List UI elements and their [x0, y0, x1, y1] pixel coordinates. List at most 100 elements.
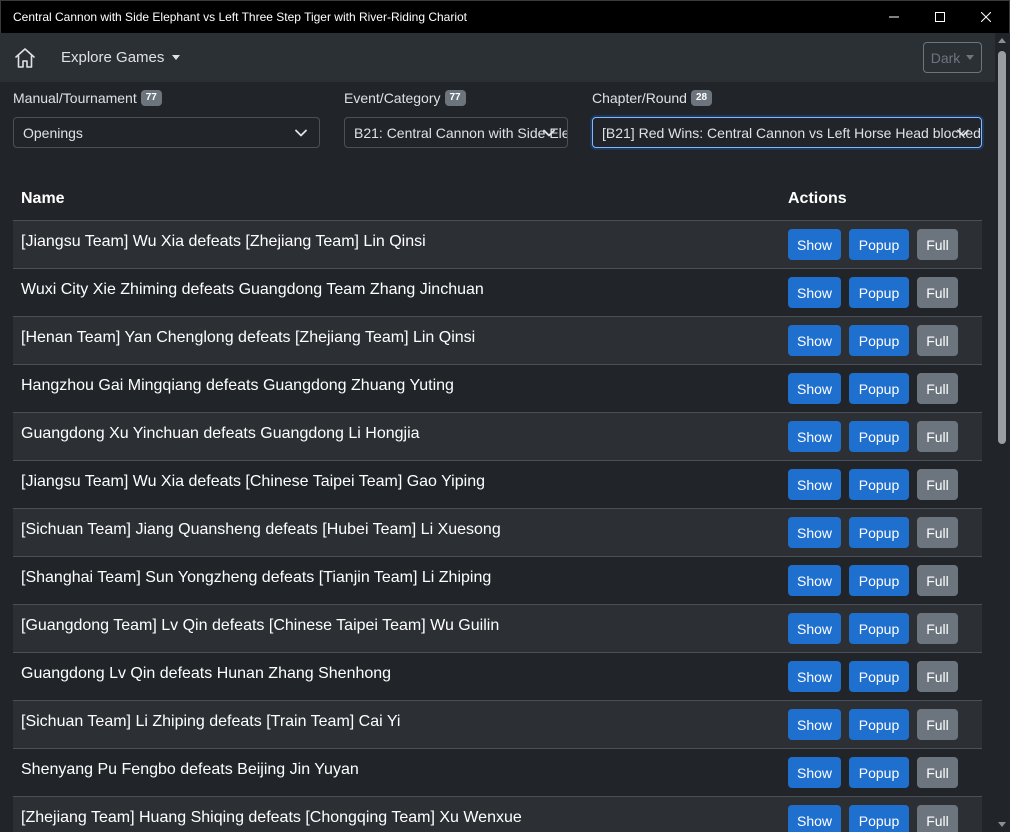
full-button[interactable]: Full — [917, 565, 958, 596]
game-name: [Guangdong Team] Lv Qin defeats [Chinese… — [21, 616, 500, 634]
home-button[interactable] — [13, 46, 37, 70]
minimize-button[interactable] — [871, 1, 917, 34]
games-table: Name Actions [Jiangsu Team] Wu Xia defea… — [13, 177, 982, 832]
game-name: [Shanghai Team] Sun Yongzheng defeats [T… — [21, 568, 492, 586]
show-button[interactable]: Show — [788, 229, 841, 260]
full-button[interactable]: Full — [917, 277, 958, 308]
row-actions: Show Popup Full — [788, 805, 982, 832]
full-button[interactable]: Full — [917, 709, 958, 740]
row-actions: Show Popup Full — [788, 709, 982, 740]
explore-games-dropdown[interactable]: Explore Games — [61, 49, 181, 66]
event-category-select[interactable]: B21: Central Cannon with Side Elephant — [344, 117, 568, 148]
manual-tournament-label: Manual/Tournament — [13, 90, 137, 106]
table-row: Hangzhou Gai Mingqiang defeats Guangdong… — [13, 365, 982, 413]
popup-button[interactable]: Popup — [849, 613, 909, 644]
chapter-round-label: Chapter/Round — [592, 90, 687, 106]
show-button[interactable]: Show — [788, 373, 841, 404]
scroll-up-arrow-icon[interactable] — [998, 38, 1006, 43]
window-title: Central Cannon with Side Elephant vs Lef… — [13, 10, 468, 24]
full-button[interactable]: Full — [917, 229, 958, 260]
full-button[interactable]: Full — [917, 325, 958, 356]
manual-tournament-select[interactable]: Openings — [13, 117, 320, 148]
event-category-value: B21: Central Cannon with Side Elephant — [354, 124, 567, 141]
game-name: Hangzhou Gai Mingqiang defeats Guangdong… — [21, 376, 454, 394]
show-button[interactable]: Show — [788, 805, 841, 832]
show-button[interactable]: Show — [788, 757, 841, 788]
game-name: [Jiangsu Team] Wu Xia defeats [Zhejiang … — [21, 232, 426, 250]
show-button[interactable]: Show — [788, 469, 841, 500]
table-body: [Jiangsu Team] Wu Xia defeats [Zhejiang … — [13, 221, 982, 832]
table-header: Name Actions — [13, 177, 982, 221]
table-row: [Shanghai Team] Sun Yongzheng defeats [T… — [13, 557, 982, 605]
chevron-down-icon — [543, 129, 555, 137]
full-button[interactable]: Full — [917, 661, 958, 692]
popup-button[interactable]: Popup — [849, 565, 909, 596]
table-row: [Sichuan Team] Li Zhiping defeats [Train… — [13, 701, 982, 749]
row-actions: Show Popup Full — [788, 325, 982, 356]
game-name: Wuxi City Xie Zhiming defeats Guangdong … — [21, 280, 484, 298]
popup-button[interactable]: Popup — [849, 661, 909, 692]
popup-button[interactable]: Popup — [849, 469, 909, 500]
chapter-round-count-badge: 28 — [690, 90, 713, 106]
vertical-scrollbar[interactable] — [995, 33, 1010, 832]
popup-button[interactable]: Popup — [849, 757, 909, 788]
row-actions: Show Popup Full — [788, 277, 982, 308]
popup-button[interactable]: Popup — [849, 709, 909, 740]
row-actions: Show Popup Full — [788, 517, 982, 548]
popup-button[interactable]: Popup — [849, 229, 909, 260]
close-icon — [981, 12, 991, 22]
full-button[interactable]: Full — [917, 469, 958, 500]
caret-down-icon — [172, 55, 181, 60]
row-actions: Show Popup Full — [788, 661, 982, 692]
manual-tournament-value: Openings — [23, 124, 83, 141]
explore-games-label: Explore Games — [61, 49, 165, 66]
maximize-button[interactable] — [917, 1, 963, 34]
close-button[interactable] — [963, 1, 1009, 34]
game-name: [Zhejiang Team] Huang Shiqing defeats [C… — [21, 808, 522, 826]
show-button[interactable]: Show — [788, 517, 841, 548]
full-button[interactable]: Full — [917, 757, 958, 788]
table-row: [Sichuan Team] Jiang Quansheng defeats [… — [13, 509, 982, 557]
maximize-icon — [935, 12, 945, 22]
row-actions: Show Popup Full — [788, 565, 982, 596]
full-button[interactable]: Full — [917, 805, 958, 832]
popup-button[interactable]: Popup — [849, 373, 909, 404]
name-column-header: Name — [21, 189, 65, 207]
event-category-count-badge: 77 — [444, 90, 466, 106]
show-button[interactable]: Show — [788, 709, 841, 740]
scrollbar-thumb[interactable] — [998, 51, 1006, 444]
chapter-round-filter: Chapter/Round 28 [B21] Red Wins: Central… — [592, 88, 982, 148]
theme-label: Dark — [930, 49, 961, 66]
popup-button[interactable]: Popup — [849, 805, 909, 832]
full-button[interactable]: Full — [917, 373, 958, 404]
actions-column-header: Actions — [788, 189, 847, 207]
full-button[interactable]: Full — [917, 517, 958, 548]
show-button[interactable]: Show — [788, 613, 841, 644]
popup-button[interactable]: Popup — [849, 277, 909, 308]
game-name: [Sichuan Team] Jiang Quansheng defeats [… — [21, 520, 501, 538]
table-row: [Jiangsu Team] Wu Xia defeats [Chinese T… — [13, 461, 982, 509]
show-button[interactable]: Show — [788, 565, 841, 596]
row-actions: Show Popup Full — [788, 613, 982, 644]
table-row: Guangdong Lv Qin defeats Hunan Zhang She… — [13, 653, 982, 701]
table-row: Guangdong Xu Yinchuan defeats Guangdong … — [13, 413, 982, 461]
scroll-down-arrow-icon[interactable] — [998, 822, 1006, 827]
show-button[interactable]: Show — [788, 325, 841, 356]
full-button[interactable]: Full — [917, 421, 958, 452]
game-name: Guangdong Lv Qin defeats Hunan Zhang She… — [21, 664, 392, 682]
game-name: Shenyang Pu Fengbo defeats Beijing Jin Y… — [21, 760, 359, 778]
row-actions: Show Popup Full — [788, 229, 982, 260]
popup-button[interactable]: Popup — [849, 421, 909, 452]
popup-button[interactable]: Popup — [849, 325, 909, 356]
popup-button[interactable]: Popup — [849, 517, 909, 548]
table-row: Wuxi City Xie Zhiming defeats Guangdong … — [13, 269, 982, 317]
full-button[interactable]: Full — [917, 613, 958, 644]
chevron-down-icon — [295, 129, 307, 137]
show-button[interactable]: Show — [788, 661, 841, 692]
chapter-round-select[interactable]: [B21] Red Wins: Central Cannon vs Left H… — [592, 117, 982, 148]
chapter-round-value: [B21] Red Wins: Central Cannon vs Left H… — [602, 124, 981, 141]
table-row: [Jiangsu Team] Wu Xia defeats [Zhejiang … — [13, 221, 982, 269]
theme-dropdown[interactable]: Dark — [923, 42, 982, 73]
show-button[interactable]: Show — [788, 421, 841, 452]
show-button[interactable]: Show — [788, 277, 841, 308]
